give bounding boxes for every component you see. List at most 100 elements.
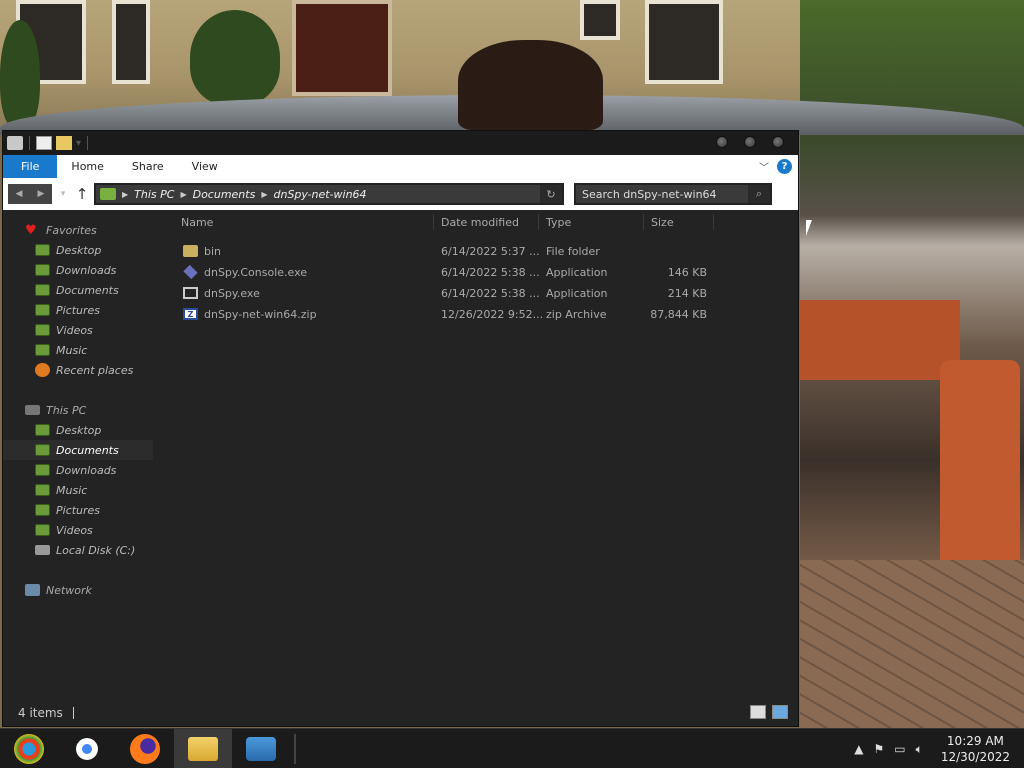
folder-icon[interactable] [7, 136, 23, 150]
column-headers: Name Date modified Type Size [153, 210, 798, 234]
sidebar-item-downloads[interactable]: Downloads [3, 260, 153, 280]
file-type: zip Archive [546, 308, 607, 321]
search-input[interactable]: Search dnSpy-net-win64 ⌕ [574, 183, 772, 205]
expand-ribbon-icon[interactable]: ﹀ [759, 159, 769, 174]
file-list[interactable]: Name Date modified Type Size bin 6/14/20… [153, 210, 798, 700]
refresh-button[interactable]: ↻ [540, 185, 562, 203]
sidebar-item-label: Desktop [56, 243, 102, 257]
close-button[interactable] [772, 136, 784, 148]
file-type: Application [546, 266, 608, 279]
clock-date: 12/30/2022 [940, 750, 1010, 764]
recent-locations-icon[interactable]: ▾ [56, 189, 70, 199]
navigation-pane[interactable]: ♥ Favorites Desktop Downloads Documents … [3, 210, 153, 700]
navigation-bar: ◀ ▶ ▾ ↑ ▶ This PC ▶ Documents ▶ dnSpy-ne… [3, 178, 798, 210]
back-button[interactable]: ◀ [8, 184, 30, 204]
separator [294, 733, 296, 764]
column-header-name[interactable]: Name [181, 216, 213, 229]
table-row[interactable]: dnSpy.Console.exe 6/14/2022 5:38 ... App… [153, 262, 798, 283]
search-icon[interactable]: ⌕ [748, 185, 770, 203]
column-header-date[interactable]: Date modified [441, 216, 519, 229]
table-row[interactable]: Z dnSpy-net-win64.zip 12/26/2022 9:52...… [153, 304, 798, 325]
taskbar-chrome[interactable] [58, 729, 116, 768]
separator [87, 136, 89, 150]
action-center-flag-icon[interactable]: ⚑ [874, 742, 885, 756]
details-view-icon[interactable] [750, 705, 766, 719]
taskbar-file-explorer[interactable] [174, 728, 232, 768]
volume-icon[interactable]: 🔈︎ [916, 742, 923, 757]
column-header-type[interactable]: Type [546, 216, 571, 229]
sidebar-item-network[interactable]: Network [3, 580, 153, 600]
sidebar-item-this-pc[interactable]: This PC [3, 400, 153, 420]
zip-icon: Z [183, 308, 198, 320]
pictures-icon [35, 504, 50, 516]
large-icons-view-icon[interactable] [772, 705, 788, 719]
breadcrumb-arrow-icon[interactable]: ▶ [261, 190, 267, 199]
properties-icon[interactable] [36, 136, 52, 150]
show-hidden-icons-icon[interactable]: ▲ [854, 742, 863, 756]
tab-home[interactable]: Home [57, 155, 117, 178]
sidebar-item-label: Videos [56, 323, 93, 337]
sidebar-item-label: Downloads [56, 463, 117, 477]
maximize-button[interactable] [744, 136, 756, 148]
file-explorer-window[interactable]: ▾ File Home Share View ﹀ ? ◀ ▶ ▾ ↑ ▶ Thi… [2, 130, 799, 727]
downloads-icon [35, 464, 50, 476]
sidebar-item-pc-music[interactable]: Music [3, 480, 153, 500]
mouse-cursor-icon [806, 220, 812, 236]
sidebar-item-label: Videos [56, 523, 93, 537]
address-bar[interactable]: ▶ This PC ▶ Documents ▶ dnSpy-net-win64 … [94, 183, 564, 205]
sidebar-item-pc-documents[interactable]: Documents [3, 440, 153, 460]
sidebar-item-desktop[interactable]: Desktop [3, 240, 153, 260]
breadcrumb-this-pc[interactable]: This PC [134, 188, 174, 201]
minimize-button[interactable] [716, 136, 728, 148]
column-header-size[interactable]: Size [651, 216, 674, 229]
new-folder-icon[interactable] [56, 136, 72, 150]
table-row[interactable]: bin 6/14/2022 5:37 ... File folder [153, 241, 798, 262]
sidebar-item-pc-videos[interactable]: Videos [3, 520, 153, 540]
sidebar-item-pc-downloads[interactable]: Downloads [3, 460, 153, 480]
sidebar-item-music[interactable]: Music [3, 340, 153, 360]
separator [72, 707, 74, 719]
clock[interactable]: 10:29 AM 12/30/2022 [941, 733, 1010, 765]
sidebar-item-label: Documents [56, 283, 119, 297]
network-icon [25, 584, 40, 596]
tab-file[interactable]: File [3, 155, 58, 178]
sidebar-item-label: Local Disk (C:) [56, 543, 136, 557]
sidebar-item-documents[interactable]: Documents [3, 280, 153, 300]
up-button[interactable]: ↑ [74, 185, 90, 203]
breadcrumb-arrow-icon[interactable]: ▶ [180, 190, 186, 199]
title-bar[interactable]: ▾ [3, 131, 798, 155]
breadcrumb-current[interactable]: dnSpy-net-win64 [273, 188, 366, 201]
taskbar-firefox[interactable] [116, 729, 174, 768]
sidebar-item-label: Pictures [56, 303, 101, 317]
sidebar-item-videos[interactable]: Videos [3, 320, 153, 340]
sidebar-item-favorites[interactable]: ♥ Favorites [3, 220, 153, 240]
sidebar-item-pc-desktop[interactable]: Desktop [3, 420, 153, 440]
taskbar-people[interactable] [232, 729, 290, 768]
file-name: dnSpy.exe [204, 287, 260, 300]
forward-button[interactable]: ▶ [30, 184, 52, 204]
sidebar-item-label: Documents [56, 443, 119, 457]
desktop-icon [35, 244, 50, 256]
start-button[interactable] [0, 729, 58, 768]
help-icon[interactable]: ? [777, 159, 792, 174]
sidebar-item-pc-pictures[interactable]: Pictures [3, 500, 153, 520]
sidebar-item-pictures[interactable]: Pictures [3, 300, 153, 320]
sidebar-item-label: Pictures [56, 503, 101, 517]
music-icon [35, 344, 50, 356]
customize-toolbar-icon[interactable]: ▾ [76, 138, 81, 149]
separator [29, 136, 30, 150]
hard-drive-icon [35, 545, 50, 555]
file-name: dnSpy.Console.exe [204, 266, 308, 279]
table-row[interactable]: dnSpy.exe 6/14/2022 5:38 ... Application… [153, 283, 798, 304]
sidebar-item-local-disk[interactable]: Local Disk (C:) [3, 540, 153, 560]
breadcrumb-arrow-icon[interactable]: ▶ [122, 190, 128, 199]
network-status-icon[interactable]: ▭ [894, 742, 905, 756]
sidebar-item-recent-places[interactable]: Recent places [3, 360, 153, 380]
sidebar-item-label: Network [46, 583, 92, 597]
folder-icon [183, 245, 198, 257]
breadcrumb-documents[interactable]: Documents [193, 188, 256, 201]
view-toggle [750, 705, 788, 719]
tab-share[interactable]: Share [118, 155, 178, 178]
chrome-icon [72, 733, 102, 764]
tab-view[interactable]: View [178, 155, 232, 178]
